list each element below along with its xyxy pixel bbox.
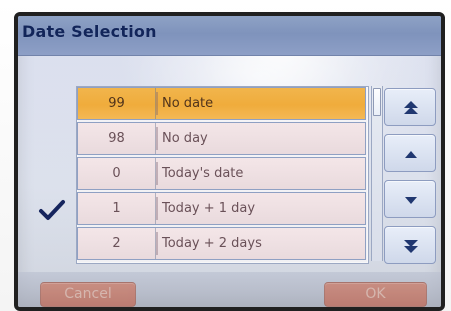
page-up-button[interactable] [384, 88, 436, 126]
double-down-arrow-icon [404, 240, 418, 253]
row-label: Today + 1 day [162, 201, 256, 216]
checkmark-icon [38, 198, 66, 222]
row-divider [156, 197, 158, 220]
line-up-button[interactable] [384, 134, 436, 172]
row-number: 98 [78, 123, 156, 154]
line-down-button[interactable] [384, 180, 436, 218]
row-label: Today + 2 days [162, 236, 262, 251]
row-divider [156, 127, 158, 150]
window-title: Date Selection [22, 22, 157, 41]
row-label: No day [162, 131, 208, 146]
date-options-list: 99 No date 98 No day 0 Today's date 1 To… [76, 86, 369, 264]
list-row-no-date[interactable]: 99 No date [77, 87, 366, 120]
row-number: 1 [78, 193, 156, 224]
row-divider [156, 232, 158, 255]
cancel-button[interactable]: Cancel [40, 282, 136, 307]
list-row-today-plus-1-day[interactable]: 1 Today + 1 day [77, 192, 366, 225]
row-number: 99 [78, 88, 156, 119]
device-bezel: Date Selection 99 No date 98 No day 0 To… [0, 0, 451, 311]
ok-button[interactable]: OK [324, 282, 427, 307]
list-row-today-plus-2-days[interactable]: 2 Today + 2 days [77, 227, 366, 260]
down-arrow-icon [405, 197, 417, 204]
double-up-arrow-icon [404, 101, 418, 114]
date-selection-screen: Date Selection 99 No date 98 No day 0 To… [14, 12, 445, 311]
list-scrollbar[interactable] [371, 86, 383, 261]
scrollbar-thumb[interactable] [373, 88, 381, 116]
title-bar: Date Selection [18, 16, 441, 56]
row-divider [156, 92, 158, 115]
row-label: No date [162, 96, 214, 111]
row-divider [156, 162, 158, 185]
row-label: Today's date [162, 166, 244, 181]
row-number: 0 [78, 158, 156, 189]
list-row-todays-date[interactable]: 0 Today's date [77, 157, 366, 190]
page-down-button[interactable] [384, 226, 436, 264]
row-number: 2 [78, 228, 156, 259]
list-row-no-day[interactable]: 98 No day [77, 122, 366, 155]
up-arrow-icon [405, 151, 417, 158]
